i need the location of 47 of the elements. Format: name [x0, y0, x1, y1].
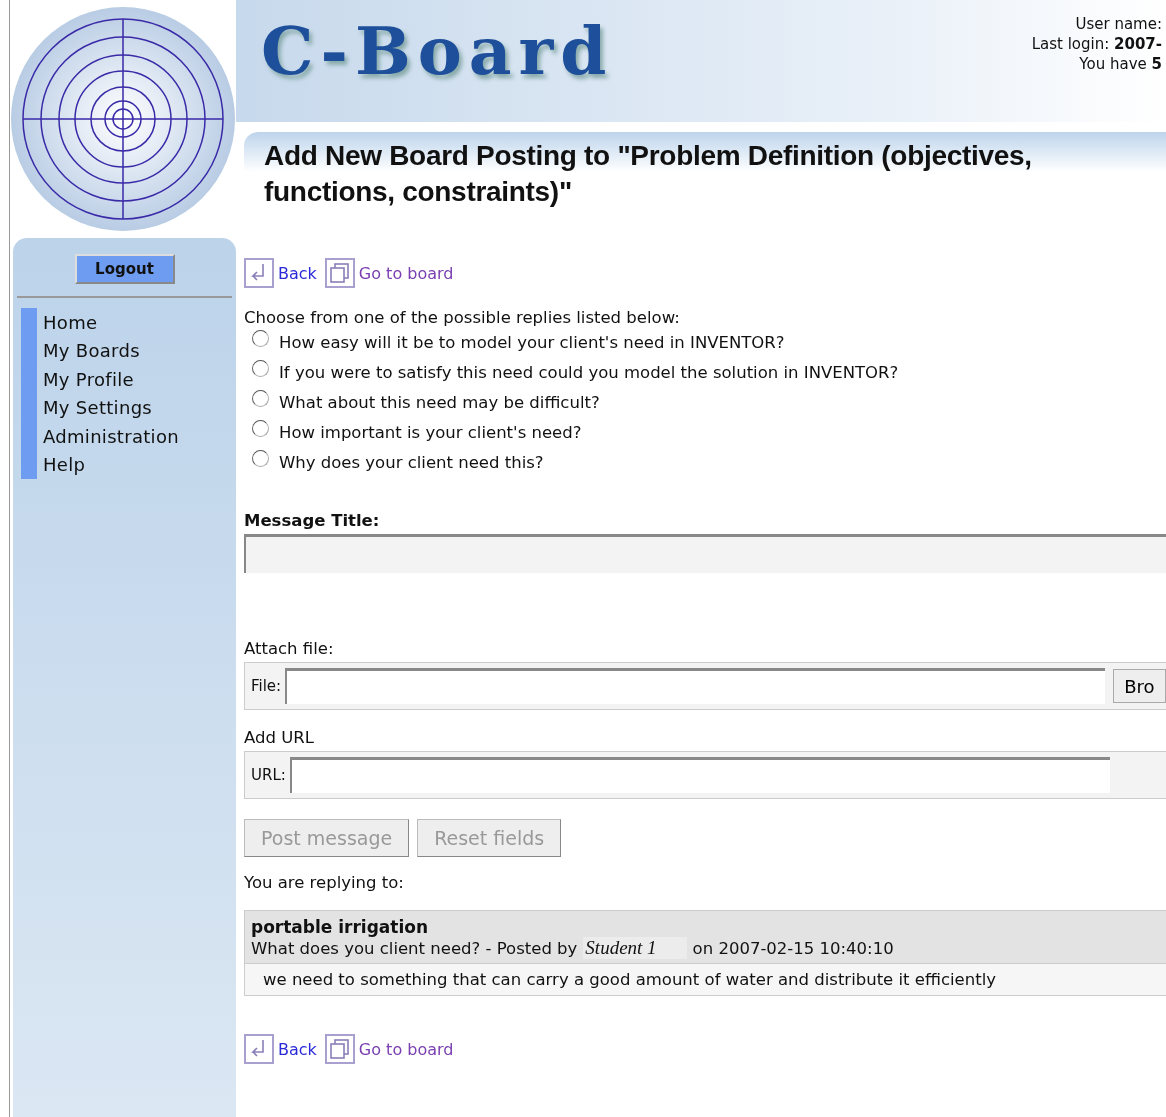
user-info-text: User name: — [1075, 14, 1162, 34]
back-link[interactable]: Back — [278, 1039, 317, 1059]
post-meta: What does you client need? - Posted by — [251, 938, 578, 958]
radio-button[interactable] — [252, 389, 269, 407]
logo-text: C-Board — [260, 11, 614, 92]
post-author: Student 1 — [583, 937, 687, 959]
field-label: Attach file: — [244, 639, 335, 658]
sidebar-item[interactable]: Administration — [21, 422, 236, 451]
pages-icon[interactable] — [324, 1034, 355, 1064]
radio-button[interactable] — [252, 359, 269, 377]
sidebar-item[interactable]: My Profile — [21, 365, 236, 394]
reply-option[interactable]: How important is your client's need? — [244, 417, 1166, 447]
post-title: portable irrigation — [251, 917, 430, 937]
reply-option[interactable]: How easy will it be to model your client's need in INVENTOR? — [244, 327, 1166, 357]
replies-prompt: Choose from one of the possible replies listed below: — [244, 308, 681, 327]
file-field[interactable] — [285, 668, 1106, 704]
field-label: File: — [251, 677, 282, 695]
field-label: Message Title: — [244, 511, 381, 530]
reply-option[interactable]: Why does your client need this? — [244, 447, 1166, 477]
field-label: Add URL — [244, 728, 315, 747]
radio-button[interactable] — [252, 449, 269, 467]
sidebar-item[interactable]: My Settings — [21, 393, 236, 422]
sidebar-item[interactable]: My Boards — [21, 336, 236, 365]
pages-icon[interactable] — [324, 258, 355, 288]
url-field[interactable] — [289, 757, 1110, 793]
back-icon[interactable] — [244, 258, 274, 288]
user-info-text: Last login: 2007- — [1031, 34, 1162, 54]
radio-button[interactable] — [252, 329, 269, 347]
page-title: Add New Board Posting to "Problem Definition (objectives, functions, constraints)" — [244, 132, 1166, 210]
post-date: on 2007-02-15 10:40:10 — [692, 938, 894, 958]
sidebar-item[interactable]: Help — [21, 450, 236, 479]
sidebar-item[interactable]: Home — [21, 308, 236, 337]
post-body: we need to something that can carry a good amount of water and distribute it efficiently — [245, 963, 1166, 995]
message-title-field[interactable] — [244, 534, 1166, 573]
browse-button[interactable]: Bro — [1113, 669, 1166, 703]
go-to-board-link[interactable]: Go to board — [358, 263, 454, 283]
back-icon[interactable] — [244, 1034, 274, 1064]
user-info-text: You have 5 — [1079, 54, 1162, 74]
field-label: URL: — [251, 766, 286, 784]
replying-label: You are replying to: — [244, 873, 405, 892]
back-link[interactable]: Back — [278, 263, 317, 283]
target-logo-icon — [10, 6, 236, 232]
radio-button[interactable] — [252, 419, 269, 437]
reply-option[interactable]: If you were to satisfy this need could you model the solution in INVENTOR? — [244, 357, 1166, 387]
logout-button[interactable]: Logout — [74, 254, 175, 284]
reply-option[interactable]: What about this need may be difficult? — [244, 387, 1166, 417]
go-to-board-link[interactable]: Go to board — [358, 1039, 454, 1059]
